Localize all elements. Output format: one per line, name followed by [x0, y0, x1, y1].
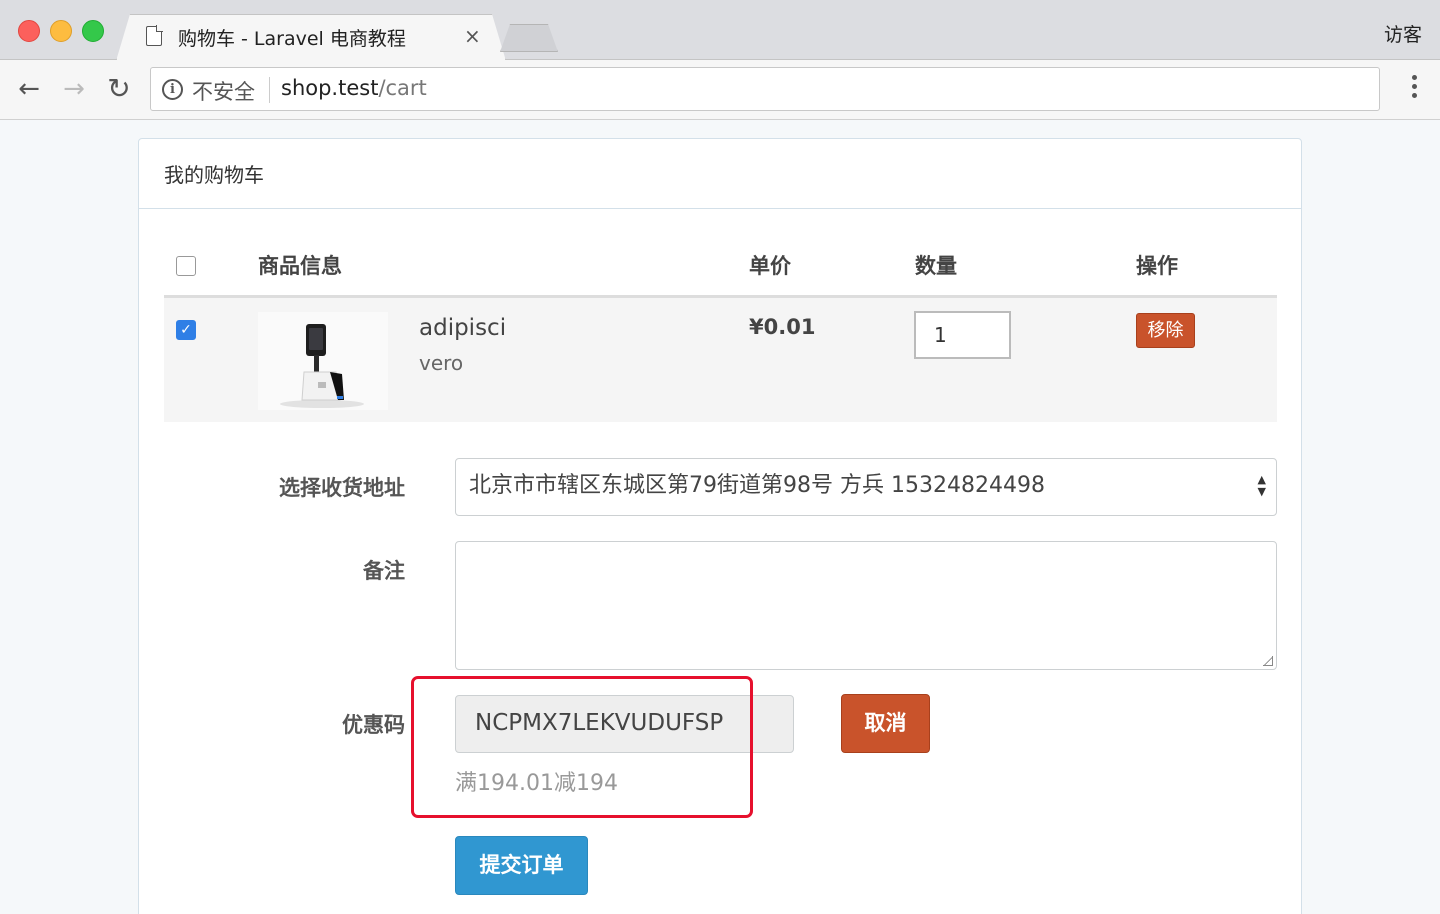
browser-toolbar: ← → ↻ i 不安全 shop.test/cart — [0, 60, 1440, 120]
panel-heading: 我的购物车 — [139, 139, 1301, 209]
minimize-window-button[interactable] — [50, 20, 72, 42]
omnibox-divider — [269, 77, 270, 103]
cancel-coupon-button[interactable]: 取消 — [841, 694, 930, 753]
close-window-button[interactable] — [18, 20, 40, 42]
product-price: ¥0.01 — [749, 315, 816, 339]
product-sku: vero — [419, 351, 464, 375]
cart-panel: 我的购物车 商品信息 单价 数量 操作 ✓ adipisci vero ¥0.0… — [138, 138, 1302, 914]
address-bar[interactable]: i 不安全 shop.test/cart — [150, 67, 1380, 111]
submit-order-button[interactable]: 提交订单 — [455, 836, 588, 895]
new-tab-button[interactable] — [500, 24, 558, 52]
product-image[interactable] — [258, 312, 388, 410]
browser-tab-active[interactable]: 购物车 - Laravel 电商教程 × — [116, 14, 506, 61]
remark-label: 备注 — [363, 559, 405, 583]
address-select[interactable]: 北京市市辖区东城区第79街道第98号 方兵 15324824498 ▲ ▼ — [455, 458, 1277, 516]
url-path: /cart — [378, 76, 427, 100]
column-header-action: 操作 — [1136, 254, 1178, 278]
column-header-quantity: 数量 — [915, 254, 957, 278]
profile-label[interactable]: 访客 — [1384, 20, 1422, 47]
url-host: shop.test — [281, 76, 379, 100]
product-name[interactable]: adipisci — [419, 315, 506, 341]
tab-title: 购物车 - Laravel 电商教程 — [178, 28, 406, 50]
close-tab-icon[interactable]: × — [464, 24, 481, 48]
page-title: 我的购物车 — [164, 163, 264, 187]
kebab-menu-icon[interactable] — [1412, 75, 1418, 102]
maximize-window-button[interactable] — [82, 20, 104, 42]
browser-tab-bar: 购物车 - Laravel 电商教程 × 访客 — [0, 0, 1440, 60]
document-icon — [146, 25, 163, 46]
resize-grip-icon[interactable] — [1263, 656, 1273, 666]
address-select-value: 北京市市辖区东城区第79街道第98号 方兵 15324824498 — [469, 473, 1045, 498]
remove-item-button[interactable]: 移除 — [1136, 313, 1195, 348]
column-header-price: 单价 — [749, 254, 791, 278]
column-header-product: 商品信息 — [258, 254, 342, 278]
info-icon[interactable]: i — [162, 79, 183, 100]
product-thumbnail — [280, 324, 364, 408]
address-label: 选择收货地址 — [279, 476, 405, 500]
coupon-label: 优惠码 — [342, 713, 405, 737]
select-arrows-icon: ▲ ▼ — [1257, 473, 1266, 498]
url-text[interactable]: shop.test/cart — [281, 76, 427, 100]
remark-textarea[interactable] — [455, 541, 1277, 670]
select-all-checkbox[interactable] — [176, 256, 196, 276]
security-label[interactable]: 不安全 — [192, 76, 255, 106]
quantity-input[interactable]: 1 — [914, 311, 1011, 359]
annotation-highlight-box — [411, 676, 753, 818]
arrow-right-icon[interactable]: → — [59, 74, 89, 104]
arrow-left-icon[interactable]: ← — [14, 74, 44, 104]
row-select-checkbox[interactable]: ✓ — [176, 320, 196, 340]
reload-icon[interactable]: ↻ — [104, 74, 134, 104]
